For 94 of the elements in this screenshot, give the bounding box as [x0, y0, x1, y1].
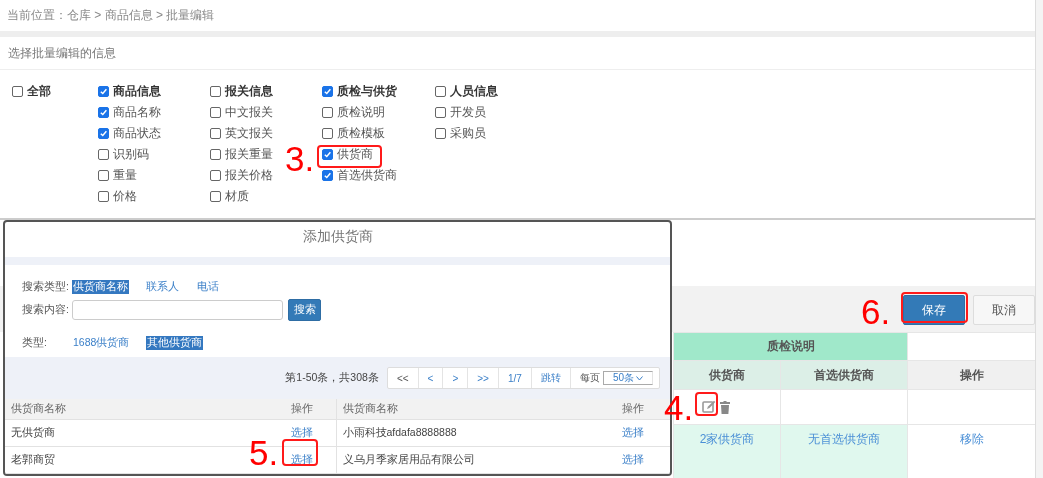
page-button[interactable]: < [418, 368, 444, 388]
column-header: 供货商 [673, 360, 781, 390]
checkbox[interactable] [98, 86, 109, 97]
table-link[interactable]: 移除 [959, 432, 984, 446]
checkbox-label: 识别码 [113, 147, 149, 162]
breadcrumb: 当前位置：仓库 > 商品信息 > 批量编辑 [7, 7, 215, 24]
checkbox-label: 质检说明 [337, 105, 385, 120]
filter-option[interactable]: 联系人 [145, 280, 180, 294]
table-cell: 无供货商 [11, 426, 55, 438]
checkbox-label: 价格 [113, 189, 137, 204]
checkbox[interactable] [322, 107, 333, 118]
highlight-frame [282, 439, 318, 466]
checkbox-label: 重量 [113, 168, 137, 183]
checkbox[interactable] [98, 128, 109, 139]
checkbox-label: 人员信息 [450, 84, 498, 99]
table-cell: 义乌月季家居用品有限公司 [342, 453, 475, 465]
column-header: 操作 [285, 399, 336, 420]
checkbox[interactable] [210, 191, 221, 202]
select-link[interactable]: 选择 [622, 453, 644, 465]
page-size-label: 每页 [578, 371, 601, 385]
filter-option[interactable]: 1688供货商 [72, 336, 131, 350]
search-button[interactable]: 搜索 [288, 299, 321, 321]
checkbox-label: 报关信息 [225, 84, 273, 99]
filter-option[interactable]: 供货商名称 [72, 280, 129, 294]
column-header: 供货商名称 [336, 399, 616, 420]
field-label: 类型: [22, 336, 48, 350]
step-number: 3. [285, 141, 315, 176]
checkbox-label: 供货商 [337, 147, 373, 162]
checkbox-label: 报关重量 [225, 147, 273, 162]
trash-icon[interactable] [720, 400, 730, 414]
highlight-frame [317, 145, 382, 168]
table-cell: 小雨科技afdafa8888888 [342, 426, 457, 438]
checkbox-label: 报关价格 [225, 168, 273, 183]
checkbox[interactable] [210, 107, 221, 118]
page-button[interactable]: << [387, 368, 419, 388]
cancel-button[interactable]: 取消 [973, 295, 1035, 325]
checkbox-label: 中文报关 [225, 105, 273, 120]
select-link[interactable]: 选择 [622, 426, 644, 438]
page-button[interactable]: 1/7 [498, 368, 532, 388]
page-size-select[interactable]: 50条 [602, 371, 653, 385]
page-button[interactable]: >> [468, 368, 499, 388]
select-link[interactable]: 选择 [291, 453, 313, 465]
highlight-frame [695, 392, 718, 416]
edit-icon[interactable] [702, 400, 716, 415]
checkbox-label: 全部 [27, 84, 51, 99]
step-number: 6. [861, 294, 891, 329]
checkbox[interactable] [210, 149, 221, 160]
table-cell: 老郭商贸 [11, 453, 55, 465]
checkbox-label: 开发员 [450, 105, 486, 120]
checkbox[interactable] [435, 86, 446, 97]
checkbox[interactable] [435, 128, 446, 139]
search-field[interactable] [72, 300, 283, 320]
checkbox[interactable] [98, 170, 109, 181]
checkbox[interactable] [435, 107, 446, 118]
filter-option[interactable]: 其他供货商 [146, 336, 204, 350]
checkbox[interactable] [98, 107, 109, 118]
checkbox-label: 英文报关 [225, 126, 273, 141]
checkbox[interactable] [98, 191, 109, 202]
checkbox[interactable] [12, 86, 23, 97]
field-label: 搜索类型: [22, 280, 70, 294]
checkbox[interactable] [322, 170, 333, 181]
column-header: 首选供货商 [780, 360, 908, 390]
chevron-down-icon [636, 375, 643, 381]
checkbox-label: 材质 [225, 189, 249, 204]
save-button[interactable]: 保存 [903, 295, 965, 325]
checkbox-label: 采购员 [450, 126, 486, 141]
column-header: 供货商名称 [5, 399, 285, 420]
checkbox[interactable] [322, 149, 333, 160]
checkbox[interactable] [210, 128, 221, 139]
checkbox[interactable] [322, 128, 333, 139]
checkbox[interactable] [98, 149, 109, 160]
checkbox[interactable] [322, 86, 333, 97]
highlight-frame [901, 292, 968, 323]
checkbox[interactable] [210, 170, 221, 181]
field-label: 搜索内容: [22, 303, 70, 317]
checkbox-label: 商品信息 [113, 84, 161, 99]
table-link[interactable]: 2家供货商 [699, 432, 755, 446]
checkbox-label: 质检模板 [337, 126, 385, 141]
checkbox[interactable] [210, 86, 221, 97]
select-link[interactable]: 选择 [291, 426, 313, 438]
dialog-title: 添加供货商 [302, 228, 373, 244]
checkbox-label: 商品状态 [113, 126, 161, 141]
filter-option[interactable]: 电话 [196, 280, 220, 294]
checkbox-label: 质检与供货 [337, 84, 397, 99]
checkbox-label: 商品名称 [113, 105, 161, 120]
table-link[interactable]: 无首选供货商 [808, 432, 880, 446]
page-button[interactable]: > [443, 368, 469, 388]
column-group-header: 质检说明 [673, 332, 908, 361]
column-header: 操作 [907, 360, 1036, 390]
result-count: 第1-50条，共308条 [285, 371, 379, 385]
checkbox-label: 首选供货商 [337, 168, 397, 183]
panel-title: 选择批量编辑的信息 [8, 44, 116, 62]
page-button[interactable]: 跳转 [531, 368, 571, 388]
step-number: 5. [249, 435, 279, 470]
